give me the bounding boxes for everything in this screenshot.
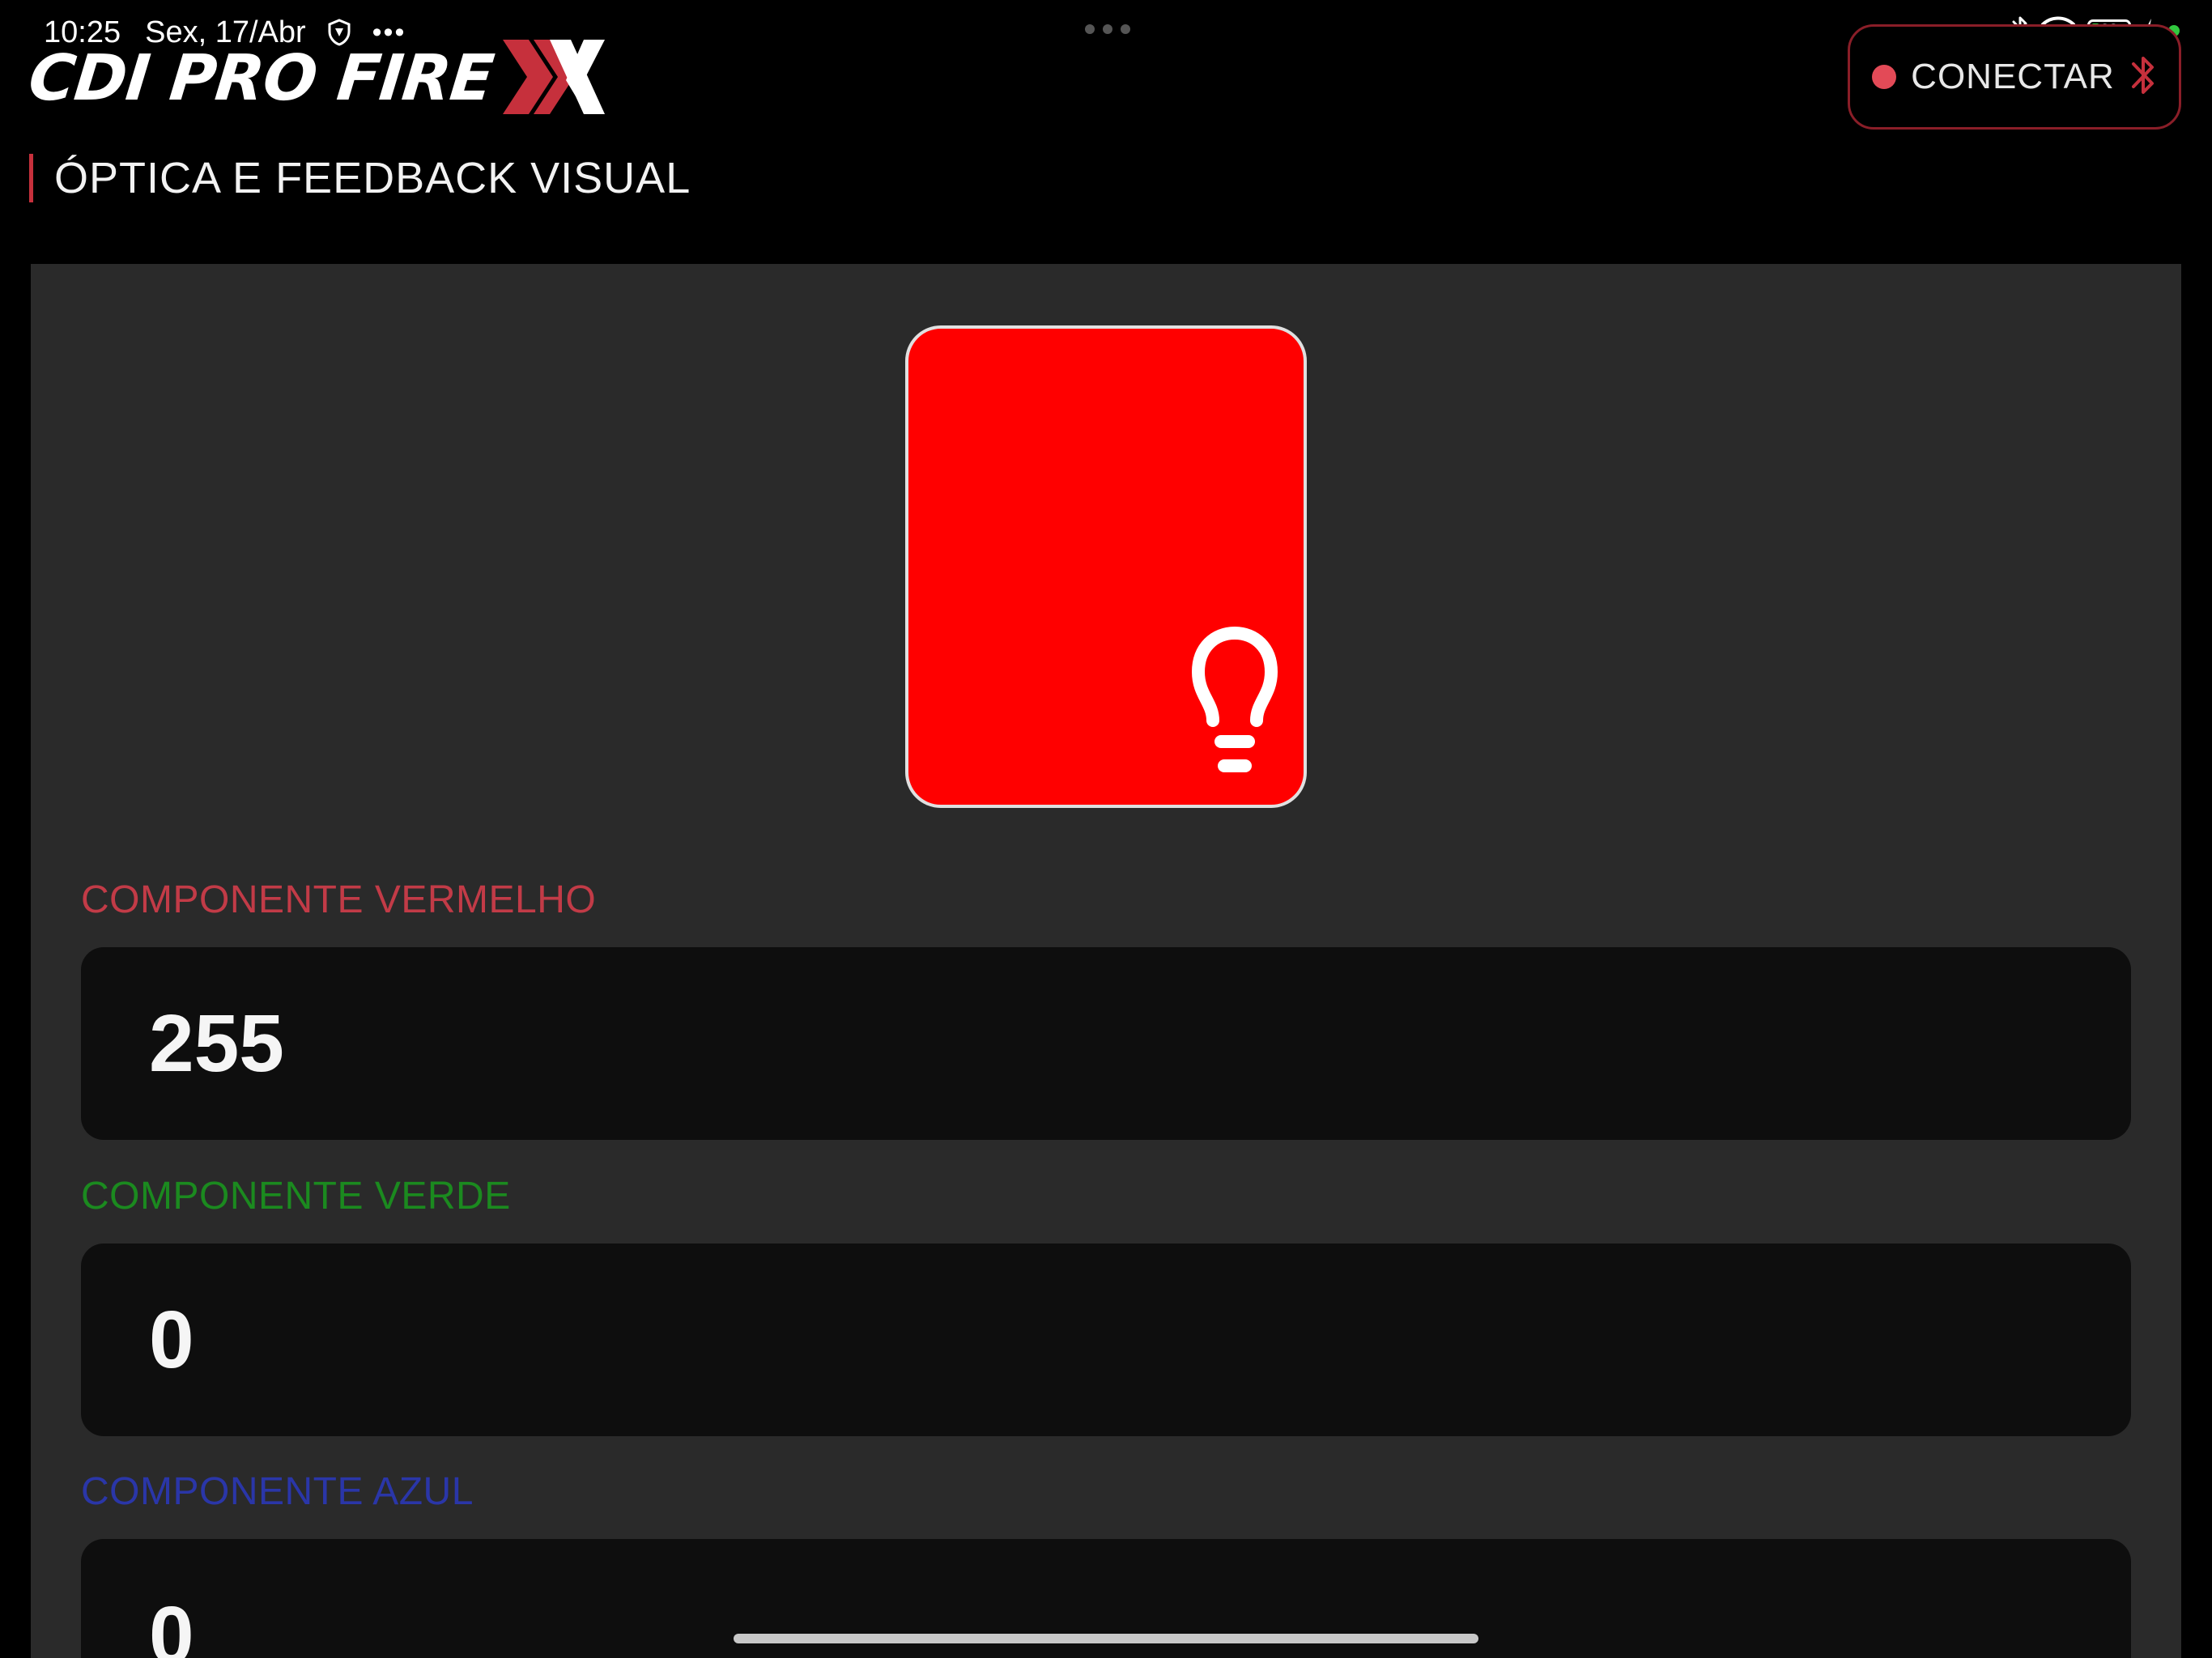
logo-x-icon [501, 36, 606, 121]
bluetooth-icon [2129, 50, 2157, 104]
red-component-input[interactable]: 255 [81, 947, 2131, 1140]
red-component-label: COMPONENTE VERMELHO [81, 878, 597, 921]
title-accent-bar [29, 154, 33, 202]
multitask-handle[interactable] [1085, 24, 1130, 34]
connection-status-dot [1872, 65, 1897, 89]
connect-button-label: CONECTAR [1911, 57, 2115, 96]
blue-component-label: COMPONENTE AZUL [81, 1470, 474, 1513]
lightbulb-icon [1190, 625, 1279, 779]
page-title-text: ÓPTICA E FEEDBACK VISUAL [54, 154, 691, 202]
green-component-label: COMPONENTE VERDE [81, 1175, 511, 1218]
green-component-input[interactable]: 0 [81, 1244, 2131, 1436]
page-title: ÓPTICA E FEEDBACK VISUAL [29, 154, 691, 202]
logo-text: CDI PRO FIRE [25, 42, 497, 115]
connect-button[interactable]: CONECTAR [1848, 24, 2181, 130]
app-screen: 10:25 Sex, 17/Abr ••• CDI PRO FIRE CONEC… [0, 0, 2212, 1658]
home-indicator[interactable] [734, 1634, 1478, 1643]
color-preview-swatch[interactable] [905, 325, 1307, 808]
optics-panel: COMPONENTE VERMELHO 255 COMPONENTE VERDE… [31, 264, 2181, 1658]
app-logo: CDI PRO FIRE [25, 34, 606, 123]
